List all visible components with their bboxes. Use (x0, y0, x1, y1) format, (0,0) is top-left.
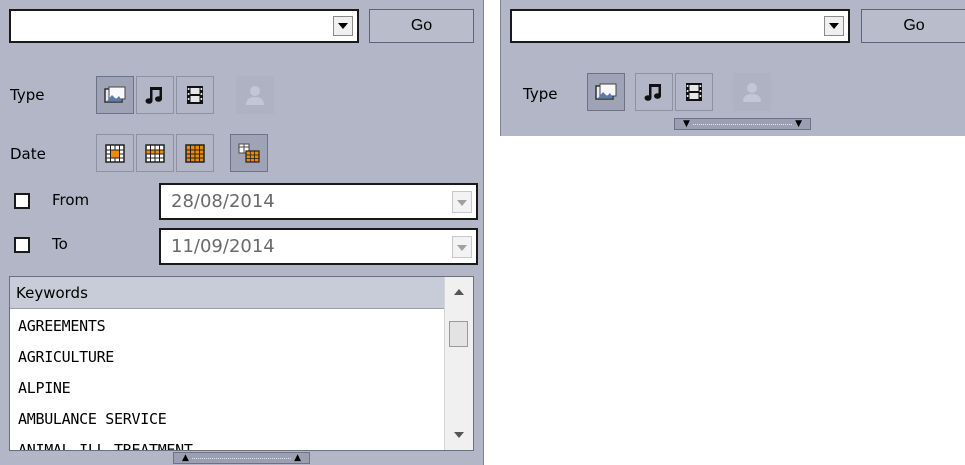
collapse-handle[interactable]: ▲ ▲ (173, 452, 310, 464)
from-date-picker[interactable]: 28/08/2014 (159, 183, 478, 220)
type-image-button[interactable] (587, 73, 625, 111)
handle-grip (693, 124, 792, 125)
handle-grip (192, 458, 291, 459)
search-panel-collapsed: Go Type ▼ ▼ (500, 0, 965, 136)
search-panel-expanded: Go Type Date From 28/08/2014 To 11/09/20… (0, 0, 484, 465)
to-checkbox[interactable] (14, 237, 30, 253)
chevron-down-icon[interactable] (824, 16, 844, 36)
type-person-button[interactable] (733, 73, 771, 111)
chevron-down-icon[interactable] (333, 16, 353, 36)
from-date-value: 28/08/2014 (171, 191, 275, 212)
image-icon (595, 83, 617, 100)
to-label: To (52, 235, 68, 253)
collapse-up-icon: ▲ (182, 453, 189, 463)
calendar-day-icon (105, 144, 125, 163)
chevron-down-icon[interactable] (452, 236, 472, 258)
list-item[interactable]: AMBULANCE SERVICE (18, 410, 167, 428)
date-day-button[interactable] (96, 134, 134, 172)
date-label: Date (10, 145, 46, 163)
keywords-scrollbar[interactable] (444, 277, 473, 450)
date-range-button[interactable] (230, 134, 268, 172)
search-combobox[interactable] (510, 9, 850, 43)
go-button-label: Go (410, 17, 433, 34)
scroll-up-icon[interactable] (454, 289, 464, 295)
collapse-up-icon: ▲ (294, 453, 301, 463)
music-note-icon (644, 84, 661, 101)
list-item[interactable]: ALPINE (18, 379, 71, 397)
type-label: Type (10, 86, 45, 104)
from-label: From (52, 191, 90, 209)
type-label: Type (523, 85, 558, 103)
type-person-button[interactable] (236, 76, 274, 114)
date-month-button[interactable] (176, 134, 214, 172)
go-button[interactable]: Go (861, 9, 965, 43)
calendar-range-icon (238, 143, 260, 163)
image-icon (104, 86, 126, 103)
list-item[interactable]: ANIMAL ILL TREATMENT (18, 441, 193, 450)
expand-down-icon: ▼ (683, 119, 690, 129)
to-date-picker[interactable]: 11/09/2014 (159, 228, 478, 265)
person-icon (743, 83, 761, 102)
type-audio-button[interactable] (635, 73, 673, 111)
date-week-button[interactable] (136, 134, 174, 172)
to-date-value: 11/09/2014 (171, 236, 275, 257)
from-checkbox[interactable] (14, 193, 30, 209)
type-image-button[interactable] (96, 76, 134, 114)
film-icon (187, 86, 203, 104)
go-button[interactable]: Go (369, 9, 474, 43)
type-video-button[interactable] (675, 73, 713, 111)
music-note-icon (145, 87, 162, 104)
expand-handle[interactable]: ▼ ▼ (674, 118, 811, 130)
search-combobox[interactable] (9, 9, 359, 43)
person-icon (246, 86, 264, 105)
keywords-header[interactable]: Keywords (10, 277, 444, 309)
calendar-week-icon (145, 144, 165, 163)
film-icon (686, 83, 702, 101)
go-button-label: Go (903, 17, 925, 34)
calendar-month-icon (185, 144, 205, 163)
expand-down-icon: ▼ (795, 119, 802, 129)
list-item[interactable]: AGRICULTURE (18, 348, 114, 366)
keywords-list[interactable]: Keywords AGREEMENTS AGRICULTURE ALPINE A… (9, 276, 474, 451)
scroll-down-icon[interactable] (454, 432, 464, 438)
scroll-thumb[interactable] (449, 321, 468, 347)
list-item[interactable]: AGREEMENTS (18, 317, 106, 335)
chevron-down-icon[interactable] (452, 191, 472, 213)
type-audio-button[interactable] (136, 76, 174, 114)
type-video-button[interactable] (176, 76, 214, 114)
